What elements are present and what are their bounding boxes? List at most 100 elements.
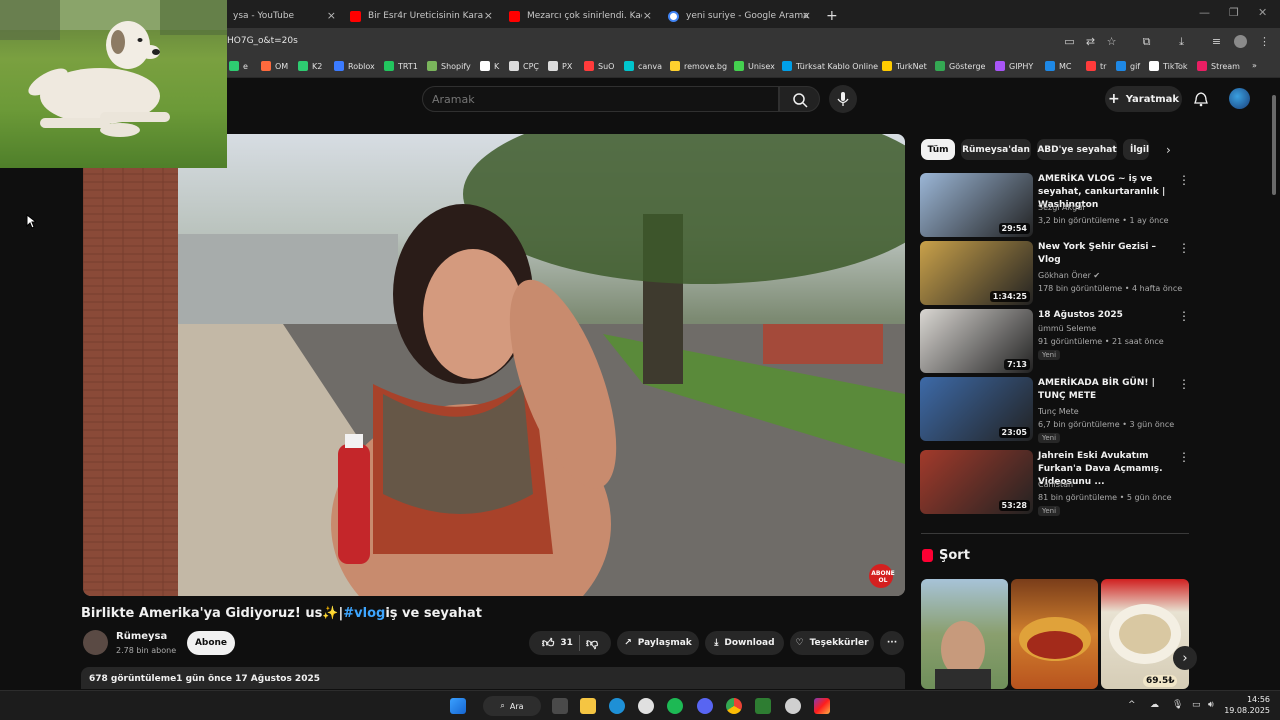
url-field[interactable]: HO7G_o&t=20s (227, 36, 298, 46)
more-options-icon[interactable]: ⋮ (1178, 173, 1190, 187)
cloud-icon[interactable]: ☁ (1150, 700, 1159, 710)
voice-search-button[interactable] (829, 85, 857, 113)
more-options-icon[interactable]: ⋮ (1178, 450, 1190, 464)
video-thumbnail[interactable]: 53:28 (920, 450, 1033, 514)
short-thumbnail[interactable]: 69.5₺ (1101, 579, 1189, 689)
browser-tab[interactable]: ysa - YouTube × (227, 4, 342, 28)
more-options-icon[interactable]: ⋮ (1178, 309, 1190, 323)
search-button[interactable] (779, 86, 820, 112)
bookmark-item[interactable]: K (480, 61, 499, 71)
channel-name[interactable]: Cahistan (1038, 480, 1073, 489)
bookmark-item[interactable]: e (229, 61, 248, 71)
close-tab-icon[interactable]: × (643, 9, 652, 22)
tab-search-icon[interactable]: ≡ (1210, 35, 1223, 48)
subscribe-button[interactable]: Abone (187, 631, 235, 655)
recommended-video[interactable]: 29:54 AMERİKA VLOG ~ iş ve seyahat, canku… (920, 173, 1190, 237)
search-box[interactable] (422, 86, 779, 112)
chip-usa-travel[interactable]: ABD'ye seyahat (1037, 139, 1117, 160)
browser-tab[interactable]: yeni suriye - Google Arama × (662, 4, 817, 28)
like-button[interactable]: 👍︎ 31 (542, 636, 573, 651)
notifications-bell-icon[interactable] (1193, 91, 1209, 107)
video-title[interactable]: 18 Ağustos 2025 (1038, 309, 1178, 322)
create-button[interactable]: + Yaratmak (1105, 86, 1182, 112)
chip-related[interactable]: İlgili (1123, 139, 1149, 160)
bookmark-item[interactable]: SuO (584, 61, 614, 71)
download-button[interactable]: ⤓ Download (705, 631, 784, 655)
cast-icon[interactable]: ▭ (1063, 35, 1076, 48)
video-thumbnail[interactable]: 29:54 (920, 173, 1033, 237)
recommended-video[interactable]: 7:13 18 Ağustos 2025 ümmü Seleme 91 görüntü… (920, 309, 1190, 373)
channel-name[interactable]: ümmü Seleme (1038, 324, 1096, 333)
browser-tab[interactable]: Bir Esr4r Üreticisinin Karanlık H × (344, 4, 499, 28)
bookmark-item[interactable]: Gösterge (935, 61, 985, 71)
video-thumbnail[interactable]: 1:34:25 (920, 241, 1033, 305)
channel-name[interactable]: Rümeysa (116, 631, 167, 642)
windows-start-icon[interactable] (450, 698, 466, 714)
bookmark-item[interactable]: TikTok (1149, 61, 1188, 71)
bookmark-item[interactable]: PX (548, 61, 572, 71)
bookmark-item[interactable]: tr (1086, 61, 1106, 71)
extensions-icon[interactable]: ⧉ (1140, 35, 1153, 48)
tray-chevron-icon[interactable]: ^ (1128, 700, 1136, 710)
bookmark-star-icon[interactable]: ☆ (1105, 35, 1118, 48)
taskbar-search[interactable]: ⌕ Ara (483, 696, 541, 716)
close-tab-icon[interactable]: × (327, 9, 336, 22)
chip-from-channel[interactable]: Rümeysa'dan (961, 139, 1031, 160)
page-scrollbar[interactable] (1272, 95, 1276, 195)
chatgpt-icon[interactable] (638, 698, 654, 714)
profile-avatar-icon[interactable] (1234, 35, 1247, 48)
bookmark-item[interactable]: Roblox (334, 61, 375, 71)
discord-icon[interactable] (697, 698, 713, 714)
bookmark-item[interactable]: TRT1 (384, 61, 418, 71)
minimize-icon[interactable]: — (1199, 6, 1210, 19)
translate-icon[interactable]: ⇄ (1084, 35, 1097, 48)
share-button[interactable]: ↗ Paylaşmak (617, 631, 699, 655)
network-icon[interactable]: ▭ (1192, 700, 1201, 710)
bookmark-item[interactable]: Türksat Kablo Online (782, 61, 878, 71)
chrome-icon[interactable] (726, 698, 742, 714)
recommended-video[interactable]: 1:34:25 New York Şehir Gezisi – Vlog Gökha… (920, 241, 1190, 305)
edge-icon[interactable] (609, 698, 625, 714)
restore-icon[interactable]: ❐ (1229, 6, 1239, 19)
video-title[interactable]: AMERİKADA BİR GÜN! | TUNÇ METE (1038, 377, 1178, 403)
thumbs-down-icon[interactable]: 👎︎ (586, 636, 598, 651)
close-tab-icon[interactable]: × (484, 9, 493, 22)
close-window-icon[interactable]: ✕ (1258, 6, 1267, 19)
bookmark-item[interactable]: MC (1045, 61, 1072, 71)
volume-icon[interactable]: 🔊︎ (1208, 700, 1214, 710)
channel-name[interactable]: Sezgi Akgül (1038, 203, 1085, 212)
thanks-button[interactable]: ♡ Teşekkürler (790, 631, 874, 655)
system-clock[interactable]: 14:56 19.08.2025 (1224, 694, 1270, 716)
video-thumbnail[interactable]: 23:05 (920, 377, 1033, 441)
channel-name[interactable]: Gökhan Öner ✔ (1038, 271, 1100, 280)
more-options-icon[interactable]: ⋮ (1178, 377, 1190, 391)
search-input[interactable] (432, 93, 732, 106)
shorts-next-button[interactable]: › (1173, 646, 1197, 670)
account-avatar[interactable] (1229, 88, 1250, 109)
hashtag-link[interactable]: #vlog (343, 606, 385, 621)
video-title[interactable]: New York Şehir Gezisi – Vlog (1038, 241, 1178, 267)
file-explorer-icon[interactable] (580, 698, 596, 714)
task-view-icon[interactable] (552, 698, 568, 714)
bookmark-item[interactable]: TurkNet (882, 61, 927, 71)
spotify-icon[interactable] (667, 698, 683, 714)
short-thumbnail[interactable] (1011, 579, 1098, 689)
bookmark-item[interactable]: GIPHY (995, 61, 1033, 71)
bookmark-item[interactable]: gif (1116, 61, 1140, 71)
description-box[interactable]: 678 görüntüleme1 gün önce 17 Ağustos 202… (81, 667, 905, 689)
channel-name[interactable]: Tunç Mete (1038, 407, 1079, 416)
menu-dots-icon[interactable]: ⋮ (1258, 35, 1271, 48)
close-tab-icon[interactable]: × (802, 9, 811, 22)
chip-all[interactable]: Tüm (921, 139, 955, 160)
short-thumbnail[interactable] (921, 579, 1008, 689)
microphone-tray-icon[interactable]: 🎙︎ (1172, 700, 1183, 710)
terminal-icon[interactable] (755, 698, 771, 714)
bookmark-item[interactable]: Unisex (734, 61, 775, 71)
obs-icon[interactable] (785, 698, 801, 714)
bookmark-item[interactable]: remove.bg (670, 61, 727, 71)
new-tab-button[interactable]: + (820, 4, 840, 28)
bookmark-item[interactable]: canva (624, 61, 662, 71)
video-player[interactable]: ABONE OL (83, 134, 905, 596)
instagram-icon[interactable] (814, 698, 830, 714)
recommended-video[interactable]: 53:28 Jahrein Eski Avukatım Furkan'a Dava… (920, 450, 1190, 516)
